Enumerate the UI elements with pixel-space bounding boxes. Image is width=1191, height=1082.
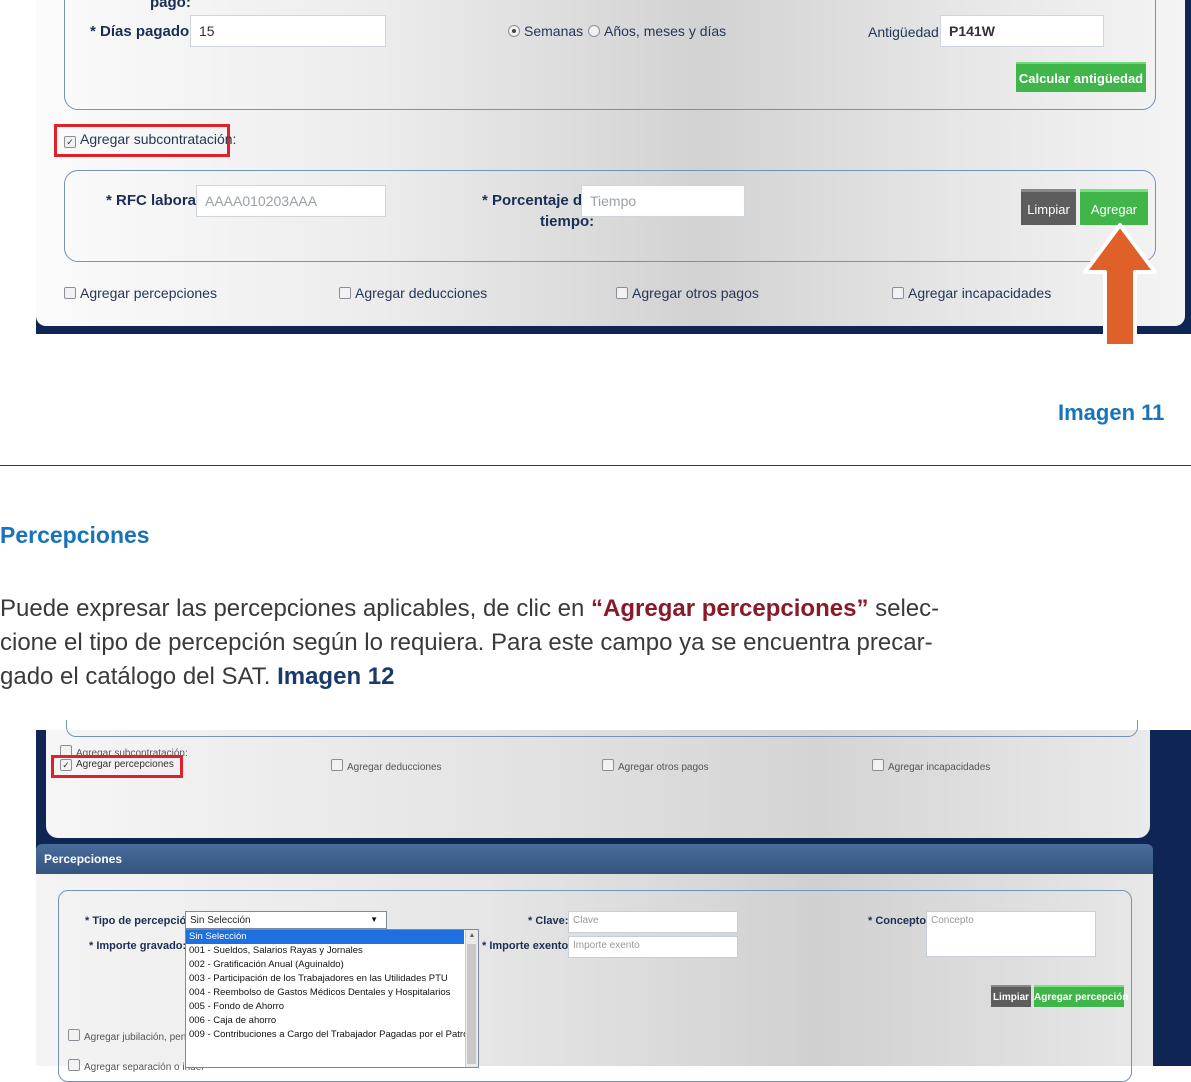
checkbox-checked-icon: ✓ [64, 136, 76, 148]
paragraph-line-2: cione el tipo de percepción según lo req… [0, 629, 933, 656]
agregar-button[interactable]: Agregar [1080, 189, 1148, 225]
rfc-laboral-input[interactable]: AAAA010203AAA [196, 185, 386, 217]
dropdown-option[interactable]: 006 - Caja de ahorro [186, 1014, 478, 1028]
radio-selected-icon [508, 25, 520, 37]
checkbox-checked-icon: ✓ [60, 759, 72, 771]
checkbox-icon [892, 287, 904, 299]
fieldset-edge [66, 720, 1138, 737]
body-paragraph: Puede expresar las percepciones aplicabl… [0, 592, 1191, 694]
porcentaje-tiempo-input[interactable]: Tiempo [581, 185, 745, 217]
checkbox-icon [68, 1059, 80, 1071]
checkbox-agregar-percepciones[interactable]: Agregar percepciones [64, 285, 217, 301]
checkbox-agregar-otros-pagos[interactable]: Agregar otros pagos [602, 759, 709, 773]
clave-input[interactable]: Clave [568, 911, 738, 933]
screenshot-percepciones: Agregar subcontratación: ✓ Agregar percep… [36, 720, 1191, 1082]
tipo-percepcion-dropdown-list: Sin Selección 001 - Sueldos, Salarios Ra… [185, 929, 479, 1068]
pago-label-fragment: pago: [150, 0, 191, 11]
radio-unselected-icon [588, 25, 600, 37]
concepto-textarea[interactable]: Concepto [926, 911, 1096, 957]
porcentaje-label: * Porcentaje de [482, 192, 591, 209]
agregar-percepcion-button[interactable]: Agregar percepción [1034, 985, 1128, 1007]
form-panel: pago: * Días pagados: 15 Semanas Años, m… [36, 0, 1185, 326]
checkbox-icon [68, 1029, 80, 1041]
limpiar-button[interactable]: Limpiar [1021, 189, 1076, 225]
tipo-percepcion-label: * Tipo de percepción: [85, 915, 197, 927]
caption-imagen-11: Imagen 11 [1058, 400, 1165, 425]
antiguedad-label: Antigüedad: [868, 24, 943, 40]
checkbox-icon [339, 287, 351, 299]
dropdown-option-selected[interactable]: Sin Selección [186, 930, 464, 944]
checkbox-agregar-deducciones[interactable]: Agregar deducciones [339, 285, 487, 301]
dropdown-arrow-icon: ▼ [370, 915, 378, 924]
dropdown-option[interactable]: 001 - Sueldos, Salarios Rayas y Jornales [186, 944, 478, 958]
scroll-up-icon[interactable]: ▲ [466, 930, 478, 942]
limpiar-button[interactable]: Limpiar [991, 985, 1031, 1007]
rfc-laboral-label: * RFC laboral: [106, 192, 206, 209]
calcular-antiguedad-button[interactable]: Calcular antigüedad [1016, 62, 1146, 92]
checkbox-agregar-percepciones[interactable]: ✓ Agregar percepciones [60, 759, 174, 771]
tipo-percepcion-select[interactable]: Sin Selección ▼ [185, 911, 387, 929]
paragraph-line-1: Puede expresar las percepciones aplicabl… [0, 595, 940, 622]
radio-semanas[interactable]: Semanas [508, 23, 583, 39]
checkbox-agregar-incapacidades[interactable]: Agregar incapacidades [892, 285, 1051, 301]
checkbox-icon [616, 287, 628, 299]
dropdown-option[interactable]: 004 - Reembolso de Gastos Médicos Dental… [186, 986, 478, 1000]
checkbox-agregar-deducciones[interactable]: Agregar deducciones [331, 759, 442, 773]
checkbox-jubilacion[interactable]: Agregar jubilación, pensió [68, 1029, 199, 1043]
importe-gravado-label: * Importe gravado: [89, 940, 187, 952]
checkbox-panel: Agregar subcontratación: ✓ Agregar percep… [46, 720, 1150, 838]
screenshot-subcontratacion: pago: * Días pagados: 15 Semanas Años, m… [36, 0, 1191, 334]
checkbox-icon [64, 287, 76, 299]
dropdown-scrollbar[interactable]: ▲ [465, 930, 478, 1067]
dias-pagados-input[interactable]: 15 [190, 15, 386, 47]
checkbox-agregar-incapacidades[interactable]: Agregar incapacidades [872, 759, 990, 773]
dropdown-option[interactable]: 005 - Fondo de Ahorro [186, 1000, 478, 1014]
importe-exento-input[interactable]: Importe exento [568, 936, 738, 958]
radio-anios-meses-dias[interactable]: Años, meses y días [588, 23, 726, 39]
subcontratacion-checkbox[interactable]: ✓ Agregar subcontratación: [64, 131, 236, 148]
paragraph-line-3: gado el catálogo del SAT. Imagen 12 [0, 663, 395, 690]
section-divider [0, 465, 1191, 466]
percepciones-panel-body: * Tipo de percepción: Sin Selección ▼ * … [36, 874, 1153, 1082]
clave-label: * Clave: [528, 915, 569, 927]
dropdown-option[interactable]: 002 - Gratificación Anual (Aguinaldo) [186, 958, 478, 972]
scrollbar-thumb[interactable] [467, 944, 476, 1064]
dropdown-option[interactable]: 003 - Participación de los Trabajadores … [186, 972, 478, 986]
checkbox-icon [602, 759, 614, 771]
antiguedad-input[interactable]: P141W [940, 15, 1104, 47]
importe-exento-label: * Importe exento: [482, 940, 572, 952]
concepto-label: * Concepto: [868, 915, 930, 927]
section-heading: Percepciones [0, 522, 150, 548]
checkbox-icon [331, 759, 343, 771]
percepciones-panel-header: Percepciones [36, 844, 1153, 874]
dropdown-option[interactable]: 009 - Contribuciones a Cargo del Trabaja… [186, 1028, 478, 1042]
checkbox-agregar-otros-pagos[interactable]: Agregar otros pagos [616, 285, 759, 301]
arrow-up-icon [1083, 223, 1157, 348]
panel-title: Percepciones [44, 852, 123, 866]
dias-pagados-label: * Días pagados: [90, 23, 203, 40]
checkbox-icon [872, 759, 884, 771]
